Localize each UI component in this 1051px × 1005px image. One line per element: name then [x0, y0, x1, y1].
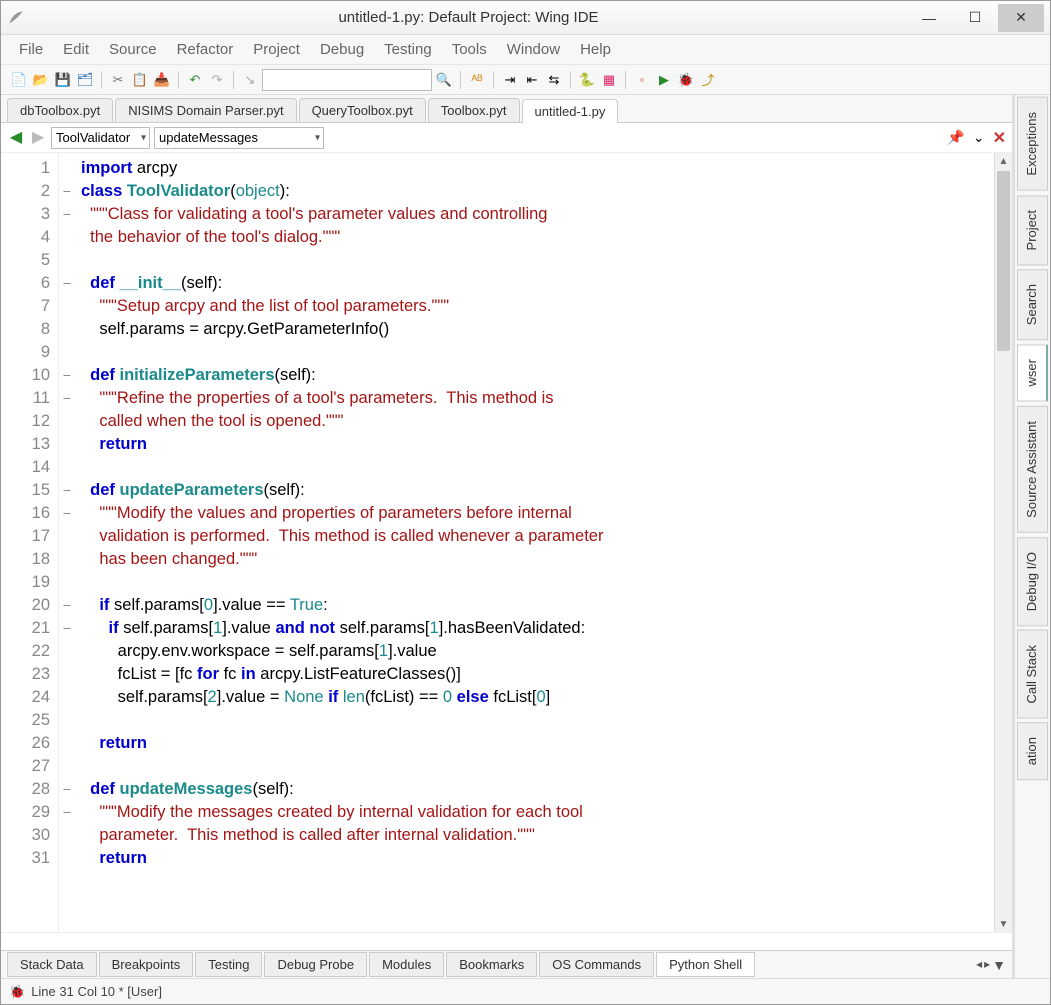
file-tab[interactable]: QueryToolbox.pyt	[299, 98, 426, 122]
new-file-icon[interactable]: 📄	[9, 70, 29, 90]
panel-tab[interactable]: Modules	[369, 952, 444, 977]
file-tab[interactable]: untitled-1.py	[522, 99, 619, 123]
menu-testing[interactable]: Testing	[376, 37, 440, 62]
toolbar-separator	[493, 71, 494, 89]
menu-file[interactable]: File	[11, 37, 51, 62]
nav-forward-icon[interactable]: ▶	[29, 129, 47, 147]
undo-icon[interactable]: ↶	[185, 70, 205, 90]
spellcheck-icon[interactable]: ᴬᴮ	[467, 70, 487, 90]
save-icon[interactable]: 💾	[53, 70, 73, 90]
panel-tab[interactable]: OS Commands	[539, 952, 654, 977]
bug-icon: 🐞	[9, 984, 25, 1000]
indent-auto-icon[interactable]: ⇆	[544, 70, 564, 90]
app-icon	[7, 9, 25, 27]
side-tab[interactable]: wser	[1017, 344, 1048, 401]
breakpoint-icon[interactable]: ◦	[632, 70, 652, 90]
tabs-scroll-left-icon[interactable]: ◂	[976, 957, 982, 973]
panel-tab[interactable]: Debug Probe	[264, 952, 367, 977]
menu-tools[interactable]: Tools	[444, 37, 495, 62]
paste-icon[interactable]: 📥	[152, 70, 172, 90]
menu-refactor[interactable]: Refactor	[169, 37, 242, 62]
search-icon[interactable]: 🔍	[434, 70, 454, 90]
panel-tab[interactable]: Python Shell	[656, 952, 755, 977]
menu-source[interactable]: Source	[101, 37, 165, 62]
panel-tab[interactable]: Bookmarks	[446, 952, 537, 977]
close-editor-icon[interactable]: ✕	[993, 128, 1006, 148]
code-editor[interactable]: 1234567891011121314151617181920212223242…	[1, 153, 1012, 932]
line-number-gutter: 1234567891011121314151617181920212223242…	[1, 153, 59, 932]
debug-config-icon[interactable]: ▦	[599, 70, 619, 90]
status-bar: 🐞 Line 31 Col 10 * [User]	[1, 978, 1050, 1004]
side-tab[interactable]: ation	[1017, 722, 1048, 780]
code-content[interactable]: import arcpyclass ToolValidator(object):…	[75, 153, 994, 932]
side-tab[interactable]: Call Stack	[1017, 630, 1048, 719]
side-panel-tabs: Exceptions Project Search wser Source Assist…	[1014, 95, 1050, 978]
scope-class-select[interactable]: ToolValidator	[51, 127, 150, 149]
toolbar-separator	[233, 71, 234, 89]
menu-project[interactable]: Project	[245, 37, 308, 62]
toolbar-separator	[101, 71, 102, 89]
scroll-down-icon[interactable]: ▼	[995, 916, 1012, 932]
open-file-icon[interactable]: 📂	[31, 70, 51, 90]
file-tab[interactable]: Toolbox.pyt	[428, 98, 520, 122]
scope-method-select[interactable]: updateMessages	[154, 127, 324, 149]
menu-edit[interactable]: Edit	[55, 37, 97, 62]
menu-help[interactable]: Help	[572, 37, 619, 62]
toolbar-separator	[625, 71, 626, 89]
bottom-panel-tabs: Stack DataBreakpointsTestingDebug ProbeM…	[1, 950, 1012, 978]
panel-tab[interactable]: Breakpoints	[99, 952, 194, 977]
toolbar-separator	[570, 71, 571, 89]
menu-window[interactable]: Window	[499, 37, 568, 62]
save-all-icon[interactable]: 🗂	[75, 70, 95, 90]
editor-tabs: dbToolbox.pytNISIMS Domain Parser.pytQue…	[1, 95, 1012, 123]
file-tab[interactable]: NISIMS Domain Parser.pyt	[115, 98, 296, 122]
pin-icon[interactable]: 📌	[947, 129, 964, 146]
options-chevron-icon[interactable]: ⌄	[973, 129, 985, 146]
vertical-scrollbar[interactable]: ▲ ▼	[994, 153, 1012, 932]
cut-icon[interactable]: ✂	[108, 70, 128, 90]
debug-icon[interactable]: 🐞	[676, 70, 696, 90]
side-tab[interactable]: Project	[1017, 195, 1048, 265]
side-tab[interactable]: Exceptions	[1017, 97, 1048, 191]
scroll-up-icon[interactable]: ▲	[995, 153, 1012, 169]
side-tab[interactable]: Search	[1017, 269, 1048, 340]
maximize-button[interactable]: ☐	[952, 4, 998, 32]
fold-gutter[interactable]: −−−−−−−−−−−	[59, 153, 75, 932]
title-bar: untitled-1.py: Default Project: Wing IDE…	[1, 1, 1050, 35]
side-tab[interactable]: Source Assistant	[1017, 406, 1048, 533]
panel-tab[interactable]: Stack Data	[7, 952, 97, 977]
nav-back-icon[interactable]: ◀	[7, 129, 25, 147]
minimize-button[interactable]: —	[906, 4, 952, 32]
redo-icon[interactable]: ↷	[207, 70, 227, 90]
copy-icon[interactable]: 📋	[130, 70, 150, 90]
tabs-menu-icon[interactable]: ▼	[992, 957, 1006, 973]
scrollbar-thumb[interactable]	[997, 171, 1010, 351]
navigation-bar: ◀ ▶ ToolValidator updateMessages 📌 ⌄ ✕	[1, 123, 1012, 153]
menu-bar: FileEditSourceRefactorProjectDebugTestin…	[1, 35, 1050, 65]
file-tab[interactable]: dbToolbox.pyt	[7, 98, 113, 122]
toolbar-separator	[460, 71, 461, 89]
step-icon[interactable]: ⤴	[698, 70, 718, 90]
run-icon[interactable]: ▶	[654, 70, 674, 90]
python-icon[interactable]: 🐍	[577, 70, 597, 90]
menu-debug[interactable]: Debug	[312, 37, 372, 62]
goto-icon[interactable]: ↘	[240, 70, 260, 90]
close-button[interactable]: ✕	[998, 4, 1044, 32]
editor-footer-blank	[1, 932, 1012, 950]
panel-tab[interactable]: Testing	[195, 952, 262, 977]
toolbar-separator	[178, 71, 179, 89]
indent-out-icon[interactable]: ⇤	[522, 70, 542, 90]
toolbar: 📄 📂 💾 🗂 ✂ 📋 📥 ↶ ↷ ↘ 🔍 ᴬᴮ ⇥ ⇤ ⇆ 🐍 ▦ ◦ ▶ 🐞…	[1, 65, 1050, 95]
tabs-scroll-right-icon[interactable]: ▸	[984, 957, 990, 973]
status-text: Line 31 Col 10 * [User]	[31, 984, 162, 999]
window-title: untitled-1.py: Default Project: Wing IDE	[31, 9, 906, 26]
indent-in-icon[interactable]: ⇥	[500, 70, 520, 90]
search-input[interactable]	[262, 69, 432, 91]
side-tab[interactable]: Debug I/O	[1017, 537, 1048, 626]
